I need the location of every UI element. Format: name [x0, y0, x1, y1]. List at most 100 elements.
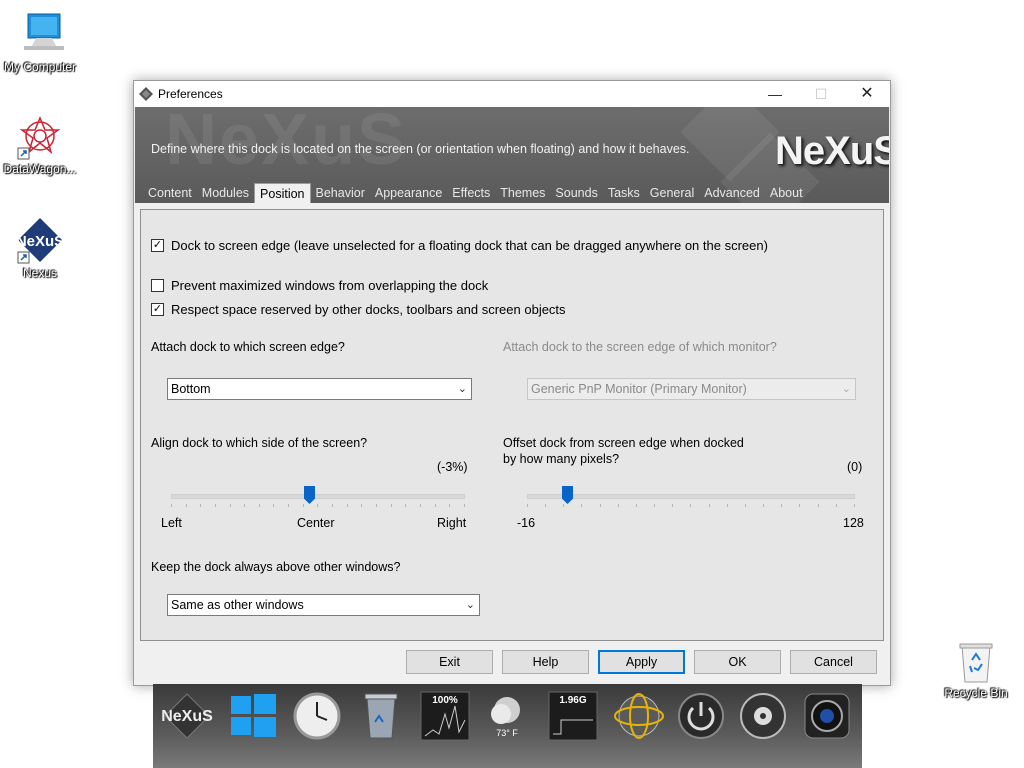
slider-tick: [563, 504, 565, 507]
dock-item-nexus[interactable]: NeXuS: [161, 690, 213, 742]
align-value: (-3%): [437, 460, 468, 474]
position-panel: ✓ Dock to screen edge (leave unselected …: [140, 209, 884, 641]
preferences-window: Preferences — ☐ ✕ NeXuS Define where thi…: [133, 80, 891, 686]
chevron-down-icon: ⌄: [841, 383, 851, 395]
offset-slider-ticks: [527, 504, 855, 507]
attach-edge-select[interactable]: Bottom ⌄: [167, 378, 472, 400]
clock-icon: [293, 692, 341, 740]
dock-item-clock[interactable]: [291, 690, 343, 742]
dock-item-cpu-meter[interactable]: 100%: [419, 690, 471, 742]
dock-item-camera[interactable]: [801, 690, 853, 742]
slider-tick: [185, 504, 187, 507]
respect-space-option[interactable]: ✓ Respect space reserved by other docks,…: [151, 302, 566, 317]
align-slider[interactable]: [171, 482, 465, 512]
slider-tick: [244, 504, 246, 507]
help-button[interactable]: Help: [502, 650, 589, 674]
slider-tick: [708, 504, 710, 507]
weather-icon: 73° F: [491, 697, 520, 738]
slider-tick: [635, 504, 637, 507]
dock-item-windows[interactable]: [227, 690, 279, 742]
title-bar[interactable]: Preferences — ☐ ✕: [134, 81, 890, 107]
slider-tick: [744, 504, 746, 507]
desktop-icon-nexus[interactable]: NeXuS Nexus: [0, 216, 80, 280]
dock-item-weather[interactable]: 73° F: [481, 690, 533, 742]
align-mid-label: Center: [297, 516, 335, 530]
attach-edge-label: Attach dock to which screen edge?: [151, 340, 345, 354]
computer-icon: [16, 10, 64, 58]
slider-tick: [654, 504, 656, 507]
slider-tick: [781, 504, 783, 507]
nexus-logo-icon: NeXuS: [161, 693, 213, 739]
prevent-maximized-label: Prevent maximized windows from overlappi…: [171, 278, 489, 293]
offset-slider-thumb[interactable]: [562, 486, 573, 504]
chevron-down-icon: ⌄: [465, 599, 475, 611]
maximize-button[interactable]: ☐: [798, 81, 844, 107]
tab-themes[interactable]: Themes: [495, 183, 550, 203]
svg-text:NeXuS: NeXuS: [161, 708, 213, 725]
desktop-icon-my-computer[interactable]: My Computer: [0, 10, 80, 74]
slider-tick: [545, 504, 547, 507]
slider-tick: [449, 504, 451, 507]
slider-tick: [390, 504, 392, 507]
slider-tick: [617, 504, 619, 507]
align-max-label: Right: [437, 516, 467, 530]
tab-behavior[interactable]: Behavior: [311, 183, 370, 203]
attach-edge-value: Bottom: [171, 382, 211, 396]
dock-to-edge-checkbox[interactable]: ✓: [151, 239, 164, 252]
tab-general[interactable]: General: [645, 183, 699, 203]
slider-tick: [288, 504, 290, 507]
slider-tick: [690, 504, 692, 507]
tab-tasks[interactable]: Tasks: [603, 183, 645, 203]
respect-space-checkbox[interactable]: ✓: [151, 303, 164, 316]
window-title: Preferences: [158, 87, 223, 101]
tab-about[interactable]: About: [765, 183, 808, 203]
offset-label-line2: by how many pixels?: [503, 452, 620, 466]
dock-item-memory-meter[interactable]: 1.96G: [547, 690, 599, 742]
prevent-maximized-option[interactable]: Prevent maximized windows from overlappi…: [151, 278, 488, 293]
tab-bar: Content Modules Position Behavior Appear…: [143, 183, 808, 203]
slider-tick: [375, 504, 377, 507]
nexus-dock: NeXuS 100% 73° F 1.96G: [153, 684, 862, 768]
slider-tick: [346, 504, 348, 507]
cpu-meter-icon: 100%: [420, 691, 470, 741]
desktop-icon-datawagon[interactable]: DataWagon...: [0, 112, 80, 176]
svg-text:NeXuS: NeXuS: [16, 233, 64, 250]
keep-above-select[interactable]: Same as other windows ⌄: [167, 594, 480, 616]
tab-content[interactable]: Content: [143, 183, 197, 203]
dock-item-internet[interactable]: [613, 690, 665, 742]
desktop-icon-label: DataWagon...: [3, 162, 77, 176]
cancel-button[interactable]: Cancel: [790, 650, 877, 674]
tab-effects[interactable]: Effects: [447, 183, 495, 203]
close-button[interactable]: ✕: [844, 81, 890, 107]
app-diamond-icon: [139, 87, 153, 104]
dock-item-media[interactable]: [737, 690, 789, 742]
attach-monitor-select: Generic PnP Monitor (Primary Monitor) ⌄: [527, 378, 856, 400]
slider-tick: [527, 504, 528, 507]
tab-sounds[interactable]: Sounds: [550, 183, 602, 203]
ok-button[interactable]: OK: [694, 650, 781, 674]
slider-tick: [332, 504, 334, 507]
offset-slider-track: [527, 494, 855, 499]
desktop-icon-label: Nexus: [22, 266, 57, 280]
tab-modules[interactable]: Modules: [197, 183, 254, 203]
slider-tick: [853, 504, 855, 507]
apply-button[interactable]: Apply: [598, 650, 685, 674]
offset-value: (0): [847, 460, 863, 474]
dock-to-edge-option[interactable]: ✓ Dock to screen edge (leave unselected …: [151, 238, 768, 253]
tab-position[interactable]: Position: [254, 183, 311, 203]
desktop-icon-recycle-bin[interactable]: Recycle Bin: [938, 638, 1014, 700]
dock-item-recycle-bin[interactable]: [355, 690, 407, 742]
minimize-button[interactable]: —: [752, 81, 798, 107]
svg-text:100%: 100%: [432, 695, 458, 706]
attach-monitor-label: Attach dock to the screen edge of which …: [503, 340, 777, 354]
slider-tick: [434, 504, 436, 507]
tab-advanced[interactable]: Advanced: [699, 183, 765, 203]
slider-tick: [405, 504, 407, 507]
offset-slider[interactable]: [527, 482, 855, 512]
align-slider-thumb[interactable]: [304, 486, 315, 504]
svg-text:1.96G: 1.96G: [559, 695, 586, 706]
tab-appearance[interactable]: Appearance: [370, 183, 447, 203]
dock-item-power[interactable]: [675, 690, 727, 742]
exit-button[interactable]: Exit: [406, 650, 493, 674]
prevent-maximized-checkbox[interactable]: [151, 279, 164, 292]
